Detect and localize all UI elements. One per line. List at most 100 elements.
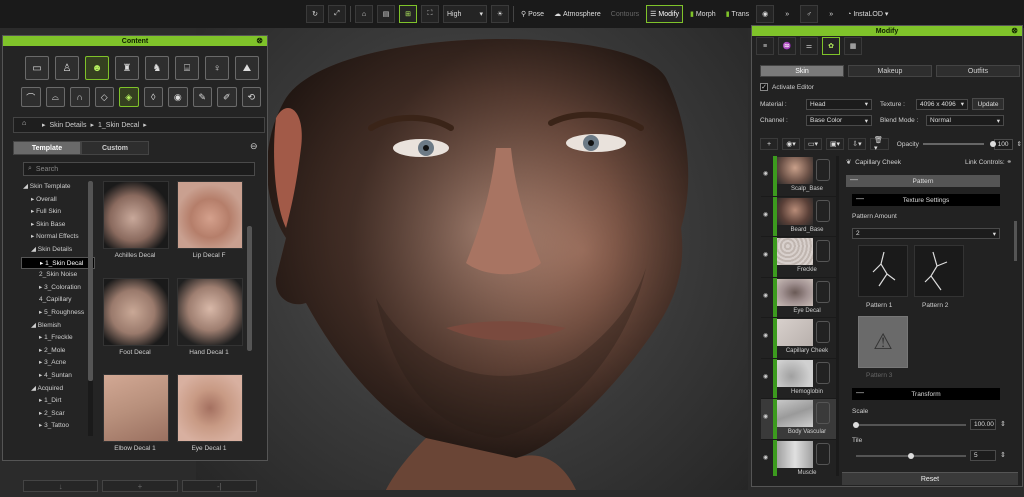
add-button[interactable]: + xyxy=(102,480,178,492)
tree-item[interactable]: ▸ 4_Suntan xyxy=(21,370,95,383)
properties-scrollbar[interactable] xyxy=(1014,221,1017,261)
tree-item[interactable]: ▸ 2_Mole xyxy=(21,345,95,358)
layer-item[interactable]: ◉ Muscle xyxy=(761,439,839,476)
layer-item[interactable]: ◉ Eye Decal xyxy=(761,277,839,318)
eye-icon[interactable]: ◉ xyxy=(763,170,768,177)
mask-icon[interactable]: ▣▾ xyxy=(826,138,844,150)
scale-slider[interactable] xyxy=(853,422,966,428)
layer-item[interactable]: ◉ Capillary Cheek xyxy=(761,318,839,359)
more-icon[interactable]: » xyxy=(778,5,796,23)
tree-item[interactable]: ▸ Normal Effects xyxy=(21,231,95,244)
blend-mode-dropdown[interactable]: Normal ▾ xyxy=(926,115,1004,126)
layer-mask-thumbnail[interactable] xyxy=(816,321,830,343)
thumbnail-item[interactable]: Hand Decal 1 xyxy=(175,277,243,363)
tree-item[interactable]: ▸ 5_Roughness xyxy=(21,307,95,320)
link-icon[interactable]: ⚭ xyxy=(1007,159,1012,166)
zoom-extents-icon[interactable]: ⤢ xyxy=(328,5,346,23)
morph-button[interactable]: ▮ Morph xyxy=(687,5,719,23)
tree-item[interactable]: 2_Skin Noise xyxy=(21,269,95,282)
tree-item[interactable]: ▸ 1_Skin Decal xyxy=(21,256,95,270)
reset-view-icon[interactable]: ↻ xyxy=(306,5,324,23)
tree-item[interactable]: ◢ Skin Details xyxy=(21,244,95,257)
layer-item[interactable]: ◉ Body Vascular xyxy=(761,399,839,440)
thumbnail-item[interactable]: Elbow Decal 1 xyxy=(101,374,169,459)
contours-button[interactable]: Contours xyxy=(608,5,642,23)
instalod-button[interactable]: ◔ InstaLOD ▾ xyxy=(844,5,891,23)
tree-item[interactable]: ▸ 3_Tattoo xyxy=(21,420,95,433)
tree-item[interactable]: ◢ Skin Template xyxy=(21,181,95,194)
material-icon[interactable]: ◉ xyxy=(756,5,775,23)
3d-viewport[interactable] xyxy=(196,28,748,490)
options-icon[interactable]: ⊖ xyxy=(250,141,258,152)
subtab-makeup[interactable]: Makeup xyxy=(848,65,932,77)
visibility-icon[interactable]: ◉▾ xyxy=(782,138,800,150)
tab-template[interactable]: Template xyxy=(13,141,81,155)
save-icon[interactable]: ▤ xyxy=(377,5,395,23)
tile-slider[interactable] xyxy=(856,453,966,459)
layer-mask-thumbnail[interactable] xyxy=(816,361,830,384)
brush-icon[interactable]: ✎ xyxy=(192,87,212,107)
stepper-icon[interactable]: ⇕ xyxy=(1000,420,1006,428)
texture-settings-header[interactable]: — Texture Settings xyxy=(852,194,1000,206)
folder-icon[interactable]: ▭ xyxy=(25,56,49,80)
tile-slider-knob[interactable] xyxy=(908,453,914,459)
opacity-value[interactable]: 100 xyxy=(993,138,1013,150)
layer-scrollbar[interactable] xyxy=(836,156,839,476)
thumbnail-item[interactable]: Foot Decal xyxy=(101,277,169,363)
pattern-header[interactable]: — Pattern xyxy=(846,175,1000,187)
activate-editor-checkbox[interactable]: ✓ xyxy=(760,83,768,91)
stepper-icon[interactable]: ⇕ xyxy=(1000,451,1006,459)
tree-item[interactable]: 4_Capillary xyxy=(21,294,95,307)
tab-custom[interactable]: Custom xyxy=(81,141,149,155)
scale-slider-knob[interactable] xyxy=(853,422,859,428)
outfit-icon[interactable]: ♜ xyxy=(115,56,139,80)
eye-icon[interactable]: ◉ xyxy=(763,413,768,420)
stepper-icon[interactable]: ⇕ xyxy=(1017,140,1022,148)
thumbnail-item[interactable]: Lip Decal F xyxy=(175,181,243,266)
thumbnail-scrollbar[interactable] xyxy=(247,226,252,351)
tree-item[interactable]: ▸ 3_Coloration xyxy=(21,282,95,295)
eye-icon[interactable]: ◉ xyxy=(763,373,768,380)
delete-icon[interactable]: 🗑▾ xyxy=(870,137,889,152)
layer-mask-thumbnail[interactable] xyxy=(816,199,830,222)
tree-item[interactable]: ▸ 2_Scar xyxy=(21,408,95,421)
opacity-slider[interactable] xyxy=(922,141,996,147)
eye-icon[interactable]: ◉ xyxy=(763,332,768,339)
layer-mask-thumbnail[interactable] xyxy=(816,442,830,465)
frame-select-icon[interactable]: ⊞ xyxy=(399,5,417,23)
body-icon[interactable]: ⌓ xyxy=(45,87,65,107)
pose-button[interactable]: ⚲ Pose xyxy=(518,5,547,23)
layer-mask-thumbnail[interactable] xyxy=(816,240,830,262)
gizmo-icon[interactable]: ♂ xyxy=(800,5,819,23)
diamond-icon[interactable]: ◇ xyxy=(94,87,114,107)
layer-mask-thumbnail[interactable] xyxy=(816,280,830,303)
opacity-slider-knob[interactable] xyxy=(989,141,996,147)
fit-icon[interactable]: ⛶ xyxy=(421,5,439,23)
layer-item[interactable]: ◉ Freckle xyxy=(761,237,839,278)
prop-icon[interactable]: ⌸ xyxy=(175,56,199,80)
add-layer-icon[interactable]: + xyxy=(760,138,778,150)
attributes-icon[interactable]: ⚌ xyxy=(800,37,818,55)
skin-diamond-icon[interactable]: ◈ xyxy=(119,87,139,107)
material-dropdown[interactable]: Head ▾ xyxy=(806,98,872,110)
subtab-skin[interactable]: Skin xyxy=(760,65,844,77)
head-icon[interactable]: ⌒ xyxy=(21,87,41,107)
tree-item[interactable]: ▸ Skin Base xyxy=(21,219,95,232)
layer-mask-thumbnail[interactable] xyxy=(816,402,830,424)
atmosphere-button[interactable]: ☁ Atmosphere xyxy=(551,5,604,23)
modify-button[interactable]: ☰ Modify xyxy=(646,5,684,23)
skin-editor-icon[interactable]: ✿ xyxy=(822,37,840,55)
eye-icon[interactable]: ◉ xyxy=(763,454,768,461)
tree-item[interactable]: ▸ 1_Dirt xyxy=(21,395,95,408)
quality-dropdown[interactable]: High ▾ xyxy=(443,5,487,23)
tree-item[interactable]: ◢ Blemish xyxy=(21,320,95,333)
breadcrumb-item[interactable]: 1_Skin Decal xyxy=(98,122,139,129)
breadcrumb-item[interactable]: Skin Details xyxy=(50,122,87,129)
eye-icon[interactable]: ◉ xyxy=(763,251,768,258)
legs-icon[interactable]: ∩ xyxy=(70,87,90,107)
eye-icon[interactable]: ◉ xyxy=(763,211,768,218)
tree-scrollbar[interactable] xyxy=(88,181,93,436)
search-input[interactable]: ⌕ Search xyxy=(23,162,255,176)
warning-icon[interactable]: ⚠ xyxy=(858,316,908,368)
merge-icon[interactable]: ⇩▾ xyxy=(848,138,866,150)
